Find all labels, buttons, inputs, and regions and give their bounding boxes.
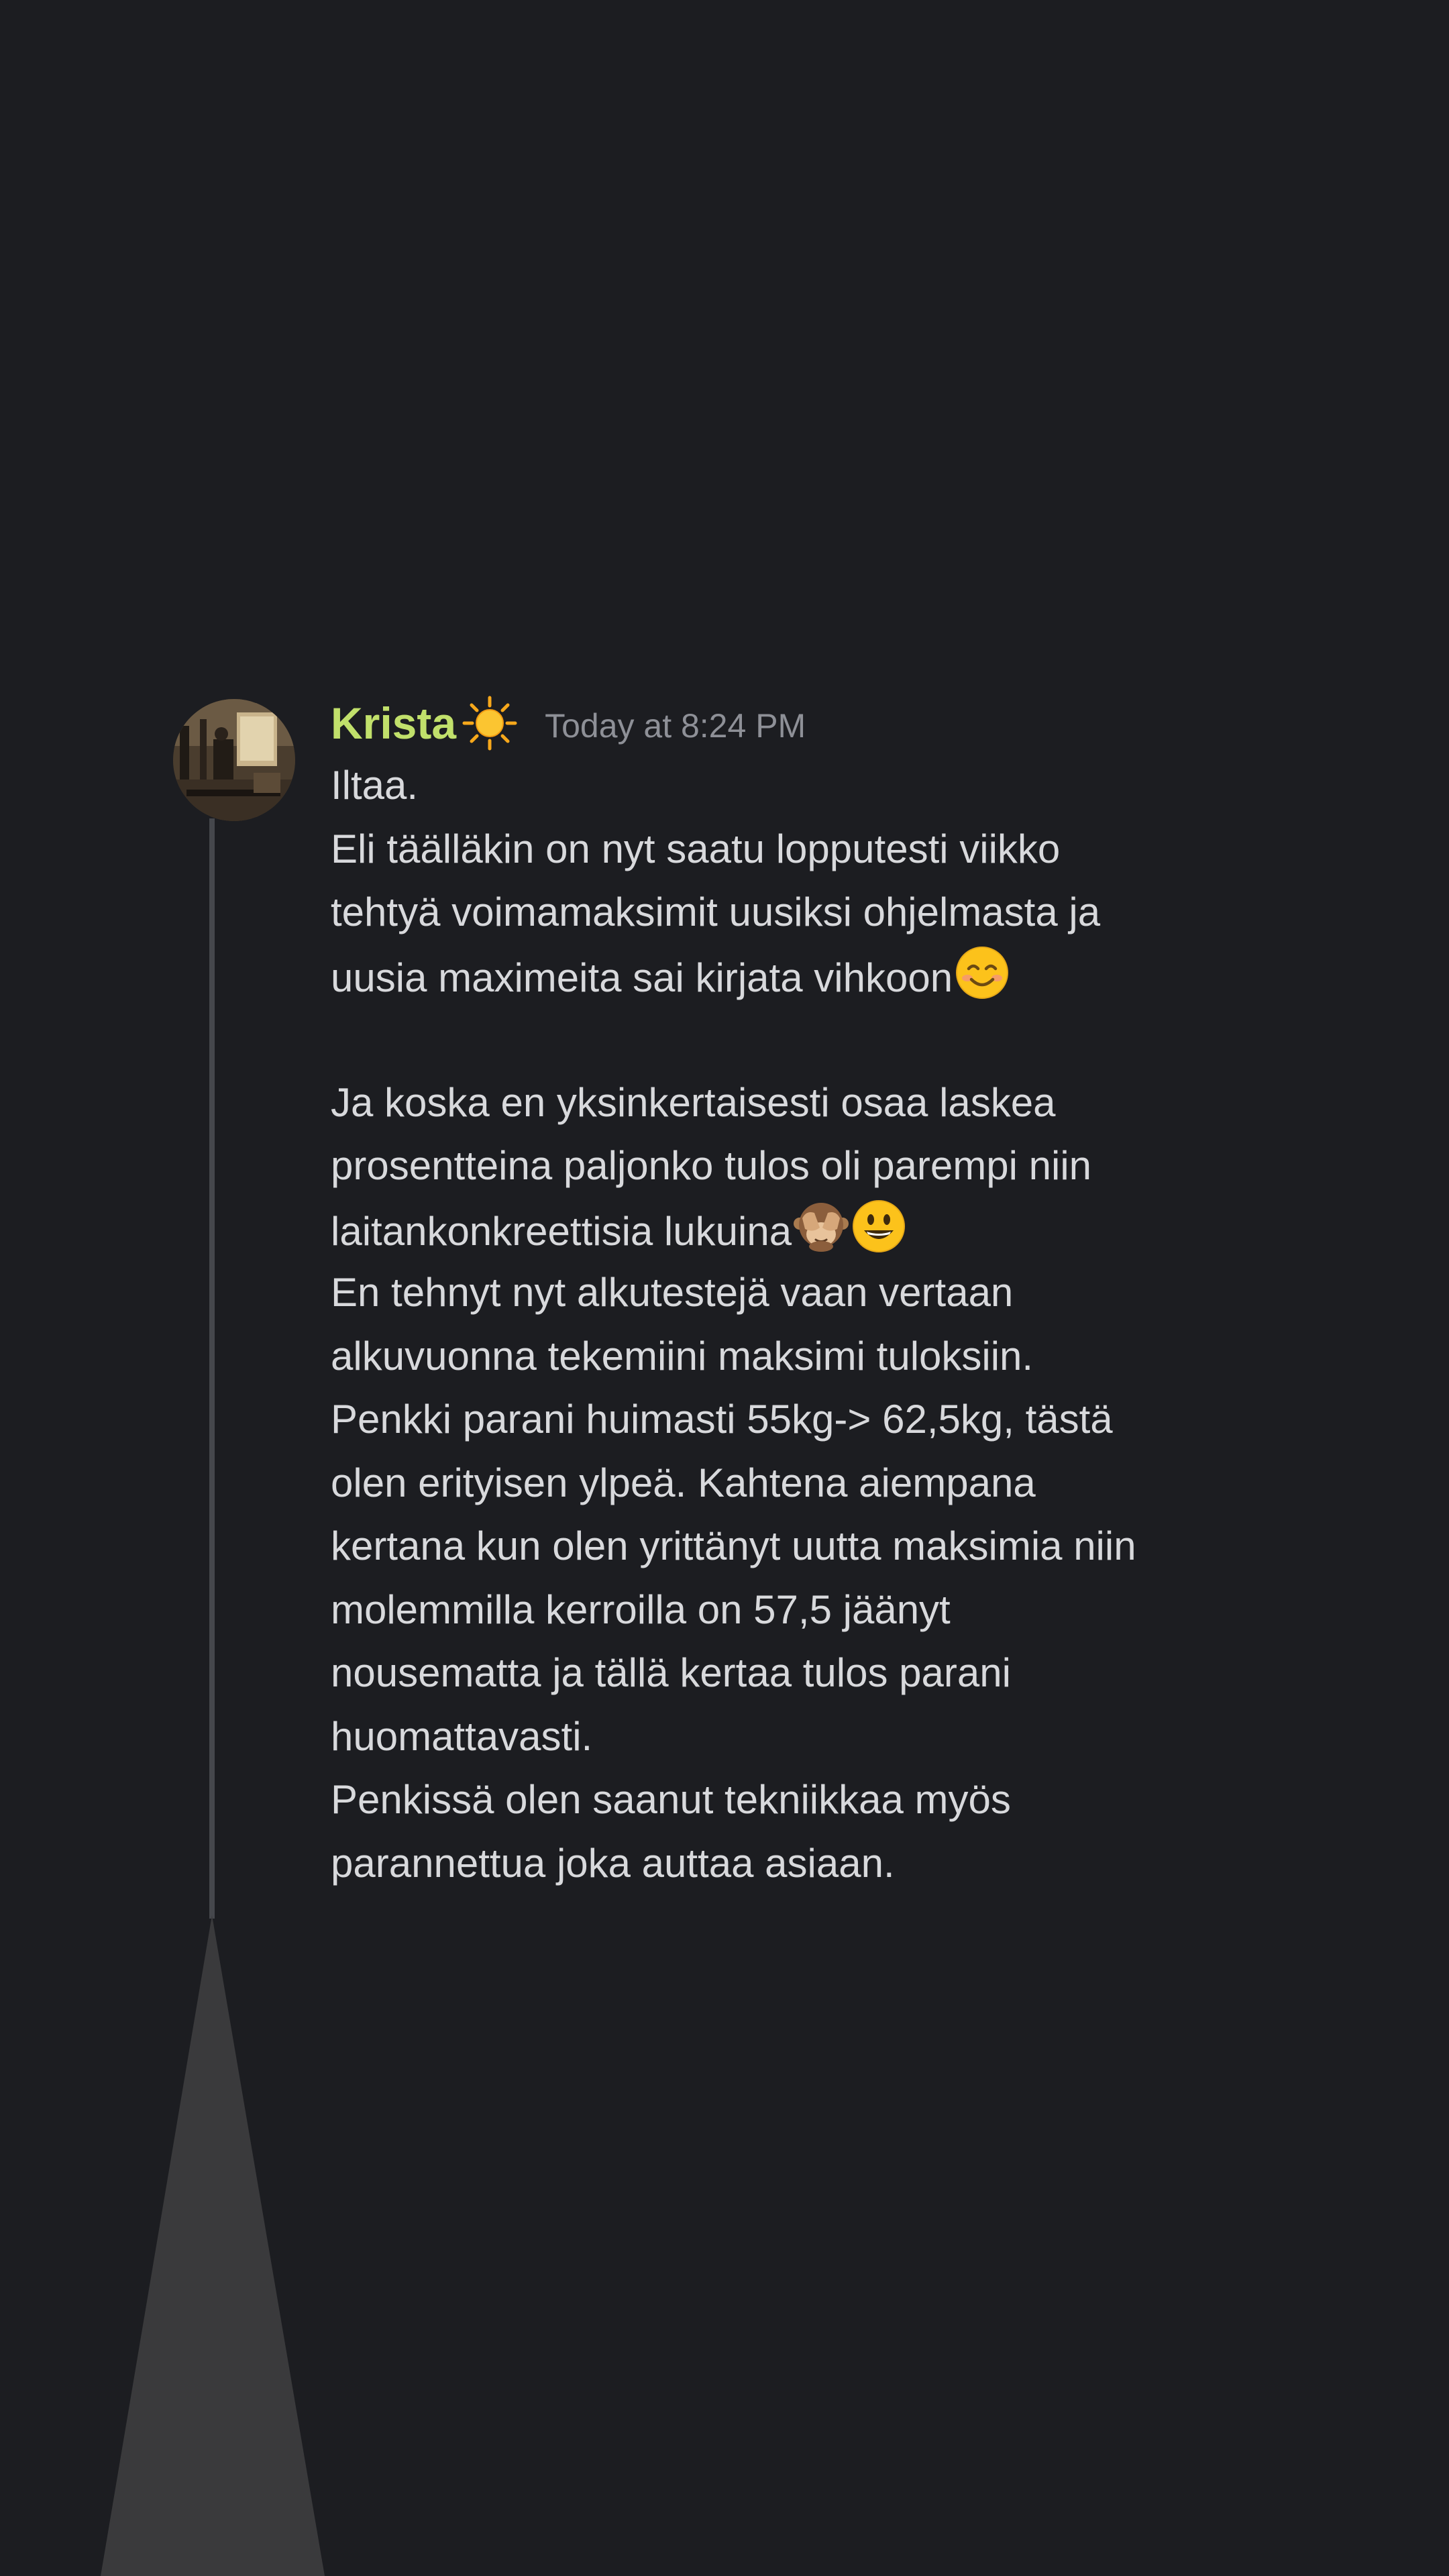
message-line: uusia maximeita sai kirjata vihkoon xyxy=(331,945,1324,1008)
grinning-face-icon xyxy=(851,1198,907,1254)
see-no-evil-monkey-icon xyxy=(793,1198,849,1254)
message-line: En tehnyt nyt alkutestejä vaan vertaan xyxy=(331,1270,1014,1315)
message-line: kertana kun olen yrittänyt uutta maksimi… xyxy=(331,1523,1136,1568)
message-line: laitankonkreettisia lukuina xyxy=(331,1198,1324,1262)
message-line: tehtyä voimamaksimit uusiksi ohjelmasta … xyxy=(331,890,1101,934)
message-header: Krista Today at 8:24 PM xyxy=(331,691,806,755)
message-timestamp[interactable]: Today at 8:24 PM xyxy=(545,706,806,745)
message-line: olen erityisen ylpeä. Kahtena aiempana xyxy=(331,1460,1036,1505)
message-line: Eli täälläkin on nyt saatu lopputesti vi… xyxy=(331,826,1061,871)
message-line: parannettua joka auttaa asiaan. xyxy=(331,1840,895,1886)
message-line: alkuvuonna tekemiini maksimi tuloksiin. xyxy=(331,1333,1034,1379)
sun-icon xyxy=(462,695,518,751)
message-line: Iltaa. xyxy=(331,763,419,808)
message-content: Iltaa. Eli täälläkin on nyt saatu lopput… xyxy=(331,754,1324,1895)
message-line: nousematta ja tällä kertaa tulos parani xyxy=(331,1650,1011,1695)
message-line: molemmilla kerroilla on 57,5 jäänyt xyxy=(331,1587,951,1632)
message-line: Ja koska en yksinkertaisesti osaa laskea xyxy=(331,1079,1056,1125)
message-line: huomattavasti. xyxy=(331,1713,593,1759)
gym-photo-avatar-icon xyxy=(173,699,295,821)
smiling-face-icon xyxy=(954,945,1010,1001)
message-line: Penkissä olen saanut tekniikkaa myös xyxy=(331,1777,1011,1822)
avatar[interactable] xyxy=(173,699,295,821)
message-line: prosentteina paljonko tulos oli parempi … xyxy=(331,1143,1092,1188)
author-name[interactable]: Krista xyxy=(331,698,456,749)
message-line: Penkki parani huimasti 55kg-> 62,5kg, tä… xyxy=(331,1397,1113,1442)
